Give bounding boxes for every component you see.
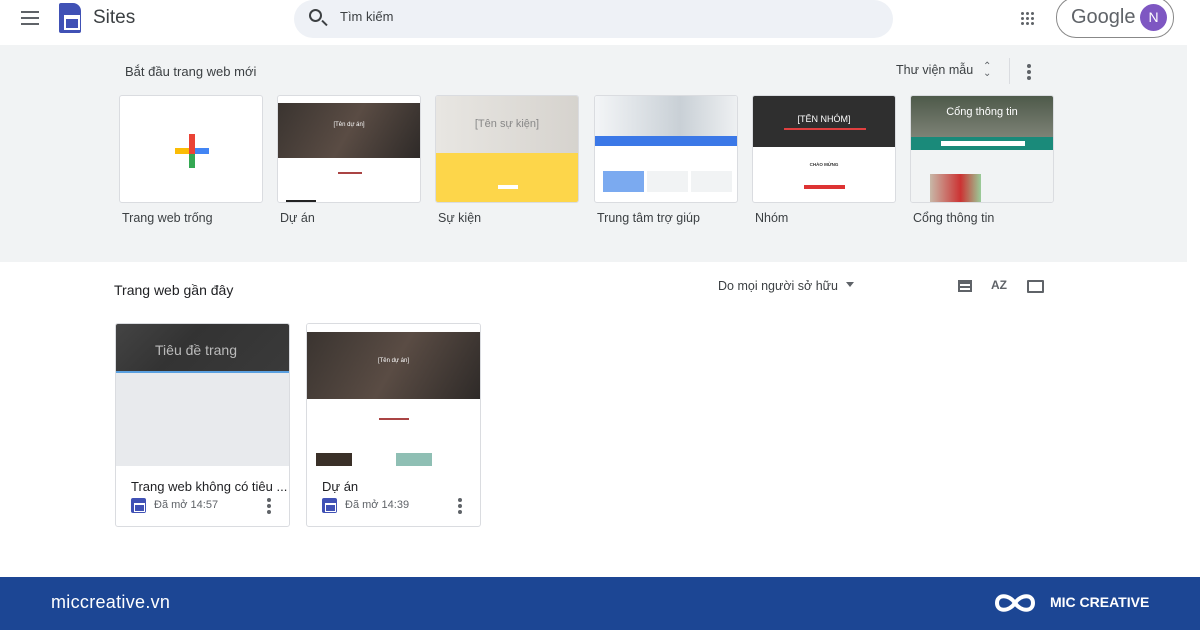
recent-site-card[interactable]: [Tên dự án] Dự án Đã mở 14:39	[306, 323, 481, 527]
template-label: Trung tâm trợ giúp	[597, 211, 700, 225]
template-library-button[interactable]: Thư viện mẫu	[896, 63, 973, 77]
sites-file-icon	[322, 498, 337, 513]
avatar: N	[1140, 4, 1167, 31]
site-thumbnail: [Tên dự án]	[307, 324, 480, 466]
sites-file-icon	[131, 498, 146, 513]
site-name: Trang web không có tiêu ...	[131, 479, 288, 494]
template-event[interactable]: [Tên sự kiện]	[435, 95, 579, 203]
site-more-icon[interactable]	[267, 498, 271, 514]
template-label: Dự án	[280, 211, 315, 225]
main-menu-icon[interactable]	[21, 11, 39, 25]
search-box[interactable]	[294, 0, 893, 38]
plus-icon	[175, 134, 209, 168]
recent-title: Trang web gần đây	[114, 282, 234, 298]
last-opened: Đã mở 14:57	[154, 499, 219, 511]
search-icon[interactable]	[309, 9, 322, 22]
footer-brand: MIC CREATIVE	[1050, 594, 1150, 610]
divider	[1009, 58, 1010, 84]
recent-site-card[interactable]: Tiêu đề trang Trang web không có tiêu ..…	[115, 323, 290, 527]
account-button[interactable]: Google N	[1056, 0, 1174, 38]
folder-icon[interactable]	[1027, 280, 1044, 293]
template-label: Trang web trống	[122, 211, 213, 225]
mic-creative-logo-icon	[994, 594, 1036, 612]
site-name: Dự án	[322, 479, 359, 494]
template-label: Nhóm	[755, 211, 789, 225]
template-portal[interactable]: Cổng thông tin	[910, 95, 1054, 203]
template-help-center[interactable]	[594, 95, 738, 203]
template-label: Cổng thông tin	[913, 211, 995, 225]
google-logo: Google	[1071, 6, 1136, 28]
search-input[interactable]	[340, 9, 740, 24]
list-view-icon[interactable]	[958, 280, 972, 292]
template-team[interactable]: [TÊN NHÓM] CHÀO MỪNG	[752, 95, 896, 203]
owner-filter-dropdown[interactable]: Do mọi người sở hữu	[718, 279, 854, 293]
sort-az-icon[interactable]: AZ	[991, 278, 1007, 292]
site-thumbnail: Tiêu đề trang	[116, 324, 289, 466]
apps-grid-icon[interactable]	[1021, 12, 1035, 26]
last-opened: Đã mở 14:39	[345, 499, 410, 511]
template-blank[interactable]	[119, 95, 263, 203]
sites-logo-icon[interactable]	[59, 3, 81, 33]
expand-collapse-icon[interactable]: ⌃ ⌄	[983, 62, 991, 79]
footer-site: miccreative.vn	[51, 592, 171, 612]
template-project[interactable]: [Tên dự án]	[277, 95, 421, 203]
gallery-title: Bắt đầu trang web mới	[125, 64, 257, 79]
template-label: Sự kiện	[438, 211, 482, 225]
site-more-icon[interactable]	[458, 498, 462, 514]
app-name: Sites	[93, 7, 136, 28]
gallery-more-icon[interactable]	[1027, 64, 1031, 80]
